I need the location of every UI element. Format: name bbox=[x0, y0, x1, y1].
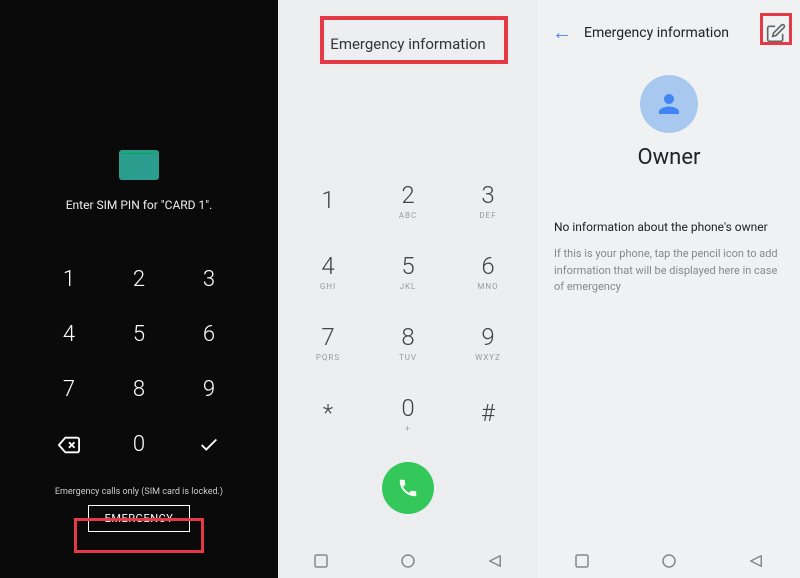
dial-6[interactable]: 6MNO bbox=[448, 239, 528, 304]
nav-recent[interactable] bbox=[312, 552, 330, 570]
confirm-key[interactable] bbox=[174, 417, 244, 472]
key-3[interactable]: 3 bbox=[174, 252, 244, 307]
backspace-key[interactable] bbox=[34, 417, 104, 472]
back-arrow-icon[interactable]: ← bbox=[552, 20, 572, 45]
avatar bbox=[640, 75, 698, 133]
key-2[interactable]: 2 bbox=[104, 252, 174, 307]
person-icon bbox=[654, 89, 684, 119]
highlight-box bbox=[320, 16, 508, 64]
dial-hash[interactable]: # bbox=[448, 381, 528, 446]
dial-1[interactable]: 1 bbox=[288, 168, 368, 233]
dial-2[interactable]: 2ABC bbox=[368, 168, 448, 233]
dial-0[interactable]: 0+ bbox=[368, 381, 448, 446]
highlight-box bbox=[760, 13, 792, 45]
key-1[interactable]: 1 bbox=[34, 252, 104, 307]
dial-9[interactable]: 9WXYZ bbox=[448, 310, 528, 375]
phone-icon bbox=[397, 477, 419, 499]
dialer-screen: Emergency information 1 2ABC 3DEF 4GHI 5… bbox=[278, 0, 538, 578]
dial-4[interactable]: 4GHI bbox=[288, 239, 368, 304]
page-title: Emergency information bbox=[584, 25, 754, 41]
dialer-keypad: 1 2ABC 3DEF 4GHI 5JKL 6MNO 7PQRS 8TUV 9W… bbox=[278, 168, 538, 452]
key-5[interactable]: 5 bbox=[104, 307, 174, 362]
no-info-text: No information about the phone's owner bbox=[538, 220, 800, 234]
dial-8[interactable]: 8TUV bbox=[368, 310, 448, 375]
key-7[interactable]: 7 bbox=[34, 362, 104, 417]
pin-keypad: 1 2 3 4 5 6 7 8 9 0 bbox=[34, 252, 244, 472]
info-hint: If this is your phone, tap the pencil ic… bbox=[538, 246, 800, 296]
nav-back[interactable] bbox=[486, 552, 504, 570]
key-9[interactable]: 9 bbox=[174, 362, 244, 417]
key-6[interactable]: 6 bbox=[174, 307, 244, 362]
dial-5[interactable]: 5JKL bbox=[368, 239, 448, 304]
dial-7[interactable]: 7PQRS bbox=[288, 310, 368, 375]
sim-pin-screen: Enter SIM PIN for "CARD 1". 1 2 3 4 5 6 … bbox=[0, 0, 278, 578]
owner-name: Owner bbox=[538, 145, 800, 170]
nav-recent[interactable] bbox=[573, 552, 591, 570]
dial-3[interactable]: 3DEF bbox=[448, 168, 528, 233]
highlight-box bbox=[74, 518, 204, 553]
dial-star[interactable]: * bbox=[288, 381, 368, 446]
sim-card-icon bbox=[119, 150, 159, 180]
key-8[interactable]: 8 bbox=[104, 362, 174, 417]
emergency-info-screen: ← Emergency information Owner No informa… bbox=[538, 0, 800, 578]
key-4[interactable]: 4 bbox=[34, 307, 104, 362]
nav-bar bbox=[278, 544, 538, 578]
key-0[interactable]: 0 bbox=[104, 417, 174, 472]
emergency-info-header[interactable]: Emergency information bbox=[278, 0, 538, 68]
nav-home[interactable] bbox=[660, 552, 678, 570]
nav-back[interactable] bbox=[747, 552, 765, 570]
nav-home[interactable] bbox=[399, 552, 417, 570]
call-button[interactable] bbox=[382, 462, 434, 514]
sim-prompt: Enter SIM PIN for "CARD 1". bbox=[66, 198, 213, 212]
nav-bar bbox=[538, 544, 800, 578]
sim-status: Emergency calls only (SIM card is locked… bbox=[55, 487, 223, 497]
